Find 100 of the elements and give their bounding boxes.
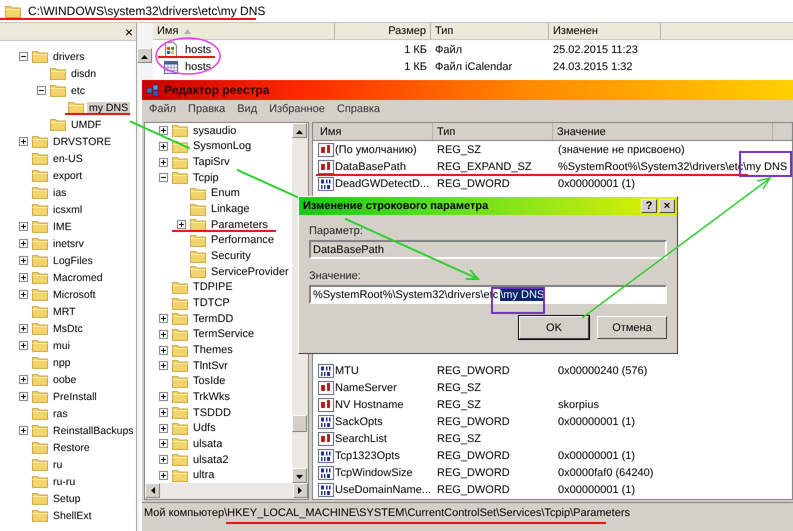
tree-item[interactable]: TlntSvr xyxy=(191,360,230,372)
value-name[interactable]: NV Hostname xyxy=(335,398,404,410)
tree-item[interactable]: Microsoft xyxy=(51,288,98,300)
tree-item[interactable]: ulsata xyxy=(191,438,224,450)
tree-item[interactable]: icsxml xyxy=(51,204,84,216)
ok-button[interactable]: OK xyxy=(519,316,589,339)
menu-item[interactable]: Справка xyxy=(332,103,386,115)
tree-toggle[interactable] xyxy=(158,439,168,448)
help-button[interactable]: ? xyxy=(641,199,657,213)
column-header[interactable]: Тип xyxy=(431,23,549,39)
name-field[interactable]: DataBasePath xyxy=(309,240,667,259)
value-name[interactable]: SearchList xyxy=(335,432,387,444)
scroll-down-button[interactable] xyxy=(292,468,307,483)
tree-item[interactable]: TapiSrv xyxy=(191,156,232,168)
tree-toggle[interactable] xyxy=(18,341,28,350)
tree-toggle[interactable] xyxy=(176,220,186,230)
scroll-right-button[interactable] xyxy=(293,483,308,498)
tree-item[interactable]: TermDD xyxy=(191,312,236,325)
scroll-up-button[interactable] xyxy=(292,123,307,138)
tree-item[interactable]: ServiceProvider xyxy=(209,266,291,278)
tree-item[interactable]: Performance xyxy=(209,234,276,246)
tree-item[interactable]: disdn xyxy=(69,68,98,80)
tree-item[interactable]: DRVSTORE xyxy=(51,136,113,148)
menu-item[interactable]: Файл xyxy=(144,103,182,115)
tree-item[interactable]: TDTCP xyxy=(191,297,232,310)
value-name[interactable]: MTU xyxy=(335,364,359,376)
address-path[interactable]: C:\WINDOWS\system32\drivers\etc\my DNS xyxy=(28,4,266,18)
column-header[interactable]: Имя xyxy=(153,23,335,39)
scroll-thumb[interactable] xyxy=(292,415,307,432)
tree-item[interactable]: mui xyxy=(51,340,72,352)
tree-toggle[interactable] xyxy=(18,375,28,384)
tree-item[interactable]: ultra xyxy=(191,469,216,482)
tree-item[interactable]: Security xyxy=(209,250,253,262)
tree-item[interactable]: Enum xyxy=(209,187,242,200)
tree-toggle[interactable] xyxy=(18,392,28,401)
tree-toggle[interactable] xyxy=(158,346,168,355)
tree-item[interactable]: TosIde xyxy=(191,375,228,388)
tree-toggle[interactable] xyxy=(18,239,28,248)
tree-item[interactable]: ras xyxy=(51,408,70,420)
tree-toggle[interactable] xyxy=(18,222,28,231)
tree-item[interactable]: my DNS xyxy=(87,102,130,114)
tree-item[interactable]: export xyxy=(51,170,84,182)
menu-item[interactable]: Правка xyxy=(183,103,230,115)
tree-item[interactable]: MsDtc xyxy=(51,322,85,334)
tree-item[interactable]: oobe xyxy=(51,374,78,386)
tree-toggle[interactable] xyxy=(18,137,28,146)
value-name[interactable]: (По умолчанию) xyxy=(335,144,417,156)
scroll-left-button[interactable] xyxy=(145,483,160,498)
tree-toggle[interactable] xyxy=(158,314,168,324)
tree-item[interactable]: ru-ru xyxy=(51,476,78,488)
file-name[interactable]: hosts xyxy=(181,60,216,72)
tree-item[interactable]: Themes xyxy=(191,344,235,356)
tree-toggle[interactable] xyxy=(18,273,28,282)
horizontal-scrollbar[interactable] xyxy=(145,483,308,499)
tree-item[interactable]: ulsata2 xyxy=(191,454,230,466)
tree-item[interactable]: en-US xyxy=(51,152,85,164)
tree-item[interactable]: sysaudio xyxy=(191,124,238,137)
tree-item[interactable]: Restore xyxy=(51,442,92,454)
tree-item[interactable]: ru xyxy=(51,458,64,470)
tree-toggle[interactable] xyxy=(158,142,168,151)
column-header[interactable]: Тип xyxy=(433,123,553,140)
tree-toggle[interactable] xyxy=(158,470,168,480)
tree-item[interactable]: LogFiles xyxy=(51,254,95,266)
menu-item[interactable]: Избранное xyxy=(264,103,330,115)
tree-toggle[interactable] xyxy=(158,455,168,464)
tree-toggle[interactable] xyxy=(18,426,28,435)
file-name[interactable]: hosts xyxy=(181,44,216,56)
close-button[interactable]: × xyxy=(122,24,136,38)
tree-item[interactable]: IME xyxy=(51,220,74,232)
tree-item[interactable]: etc xyxy=(69,84,88,96)
tree-item[interactable]: Setup xyxy=(51,492,82,504)
tree-toggle[interactable] xyxy=(158,392,168,402)
tree-item[interactable]: ias xyxy=(51,186,68,198)
tree-item[interactable]: TSDDD xyxy=(191,406,233,419)
tree-toggle[interactable] xyxy=(158,126,168,136)
value-name[interactable]: DeadGWDetectD... xyxy=(335,178,430,190)
tree-item[interactable]: Macromed xyxy=(51,272,105,284)
tree-toggle[interactable] xyxy=(158,408,168,418)
tree-item[interactable]: PreInstall xyxy=(51,390,99,402)
tree-toggle[interactable] xyxy=(18,256,28,265)
value-name[interactable]: NameServer xyxy=(335,382,397,394)
tree-toggle[interactable] xyxy=(158,424,168,433)
cancel-button[interactable]: Отмена xyxy=(597,316,667,339)
tree-item[interactable]: ReinstallBackups xyxy=(51,424,136,436)
tree-item[interactable]: Tcpip xyxy=(191,172,221,184)
close-button[interactable]: × xyxy=(659,199,675,213)
tree-toggle[interactable] xyxy=(36,86,46,95)
value-name[interactable]: SackOpts xyxy=(335,416,383,428)
tree-item[interactable]: ShellExt xyxy=(51,510,94,522)
tree-item[interactable]: drivers xyxy=(51,50,87,62)
column-header[interactable]: Размер xyxy=(335,23,431,39)
tree-toggle[interactable] xyxy=(18,52,28,61)
tree-item[interactable]: SysmonLog xyxy=(191,140,254,152)
tree-toggle[interactable] xyxy=(158,330,168,339)
tree-item[interactable]: UMDF xyxy=(69,118,104,130)
tree-item[interactable]: inetsrv xyxy=(51,238,86,250)
value-name[interactable]: UseDomainName... xyxy=(335,484,431,496)
column-header[interactable]: Значение xyxy=(553,123,773,140)
column-header[interactable]: Изменен xyxy=(549,23,661,39)
tree-toggle[interactable] xyxy=(158,173,168,182)
